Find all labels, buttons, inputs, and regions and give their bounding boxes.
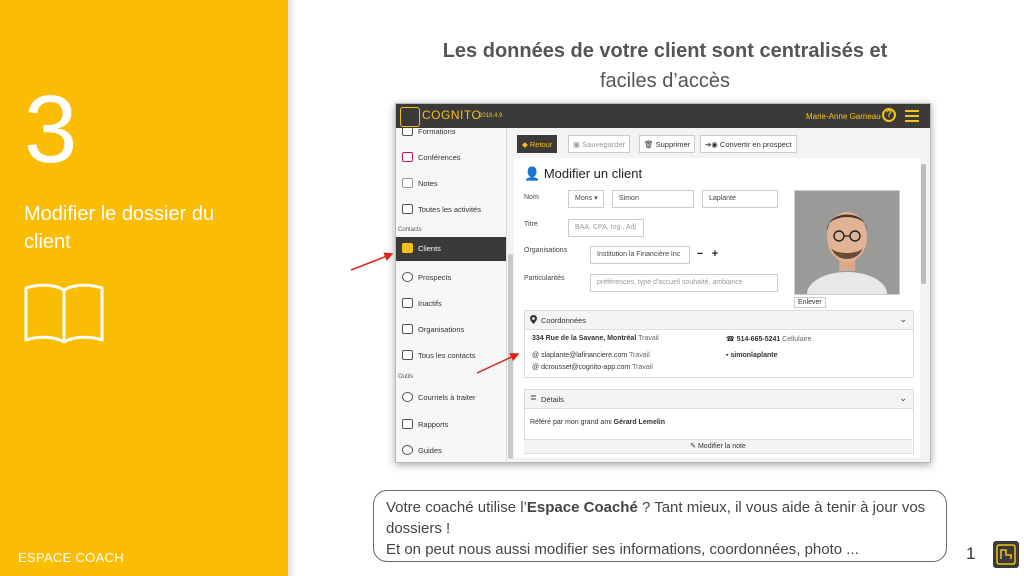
- titre-input[interactable]: BAA, CPA, Ing., Adj: [568, 219, 644, 237]
- details-header[interactable]: ≣ Détails ⌄: [525, 390, 913, 409]
- map-pin-icon: [530, 315, 537, 324]
- sidebar-item-all-contacts[interactable]: Tous les contacts: [396, 344, 506, 366]
- add-organisation-button[interactable]: +: [709, 246, 721, 262]
- sidebar-item-guides[interactable]: Guides: [396, 439, 506, 461]
- slide-title-bold: Les données de votre client sont central…: [442, 40, 888, 62]
- back-button[interactable]: ◆ Retour: [517, 135, 558, 153]
- page-number: 1: [966, 544, 976, 563]
- callout-text: Votre coaché utilise l’Espace Coaché ? T…: [386, 499, 926, 558]
- email-line-2[interactable]: @ dcrousset@cognito-app.com Travail: [532, 364, 653, 371]
- note-icon: [402, 178, 413, 188]
- first-name-input[interactable]: Simon: [612, 190, 694, 208]
- coordonnees-header[interactable]: Coordonnées ⌄: [525, 311, 913, 330]
- sidebar-item-clients[interactable]: Clients: [396, 237, 506, 261]
- portrait-image: [795, 191, 899, 294]
- slide-title-line2: faciles d’accès: [599, 70, 731, 92]
- organisation-input[interactable]: Institution la Financière Inc: [590, 246, 690, 264]
- last-name-input[interactable]: Laplante: [702, 190, 778, 208]
- app-topbar: COGNITO 2018.4.9 Marie-Anne Garneau ?: [396, 104, 930, 128]
- sidebar-item-inactifs[interactable]: Inactifs: [396, 292, 506, 314]
- remove-organisation-button[interactable]: −: [694, 246, 706, 262]
- organization-icon: [402, 324, 413, 334]
- sidebar-section-contacts: Contacts: [398, 227, 422, 233]
- organisations-label: Organisations: [524, 247, 568, 254]
- step-number: 3: [24, 76, 78, 183]
- sidebar-item-all-activities[interactable]: Toutes les activités: [396, 198, 506, 220]
- trash-icon: 🗑: [644, 140, 656, 149]
- app-window: COGNITO 2018.4.9 Marie-Anne Garneau ? Fo…: [395, 103, 931, 463]
- sidebar-scrollbar[interactable]: [508, 254, 513, 459]
- nom-label: Nom: [524, 194, 539, 201]
- form-title: 👤 Modifier un client: [524, 166, 643, 181]
- phone-line[interactable]: ☎ 514-665-5241 Cellulaire: [726, 335, 811, 343]
- sidebar-item-organisations[interactable]: Organisations: [396, 318, 506, 340]
- sidebar: Formations Conférences Notes Toutes les …: [396, 128, 507, 462]
- delete-button[interactable]: 🗑 Supprimer: [639, 135, 696, 153]
- cognito-logo-icon[interactable]: [400, 107, 420, 127]
- email-icon: [402, 392, 413, 402]
- graduation-icon: [402, 128, 413, 136]
- linkedin-line[interactable]: ▪ simonlaplante: [726, 352, 778, 359]
- particularites-input[interactable]: préférences, type d'accueil souhaité, am…: [590, 274, 778, 292]
- phone-icon: ☎: [726, 336, 737, 343]
- arrow-to-clients: [350, 252, 394, 271]
- sidebar-item-conferences[interactable]: Conférences: [396, 146, 506, 168]
- remove-photo-button[interactable]: Enlever: [794, 297, 826, 308]
- panel-shadow: [288, 0, 296, 576]
- sidebar-section-outils: Outils: [398, 374, 414, 380]
- cognito-logo-icon: [993, 541, 1019, 568]
- convert-icon: ➔◉: [705, 140, 720, 149]
- guide-icon: [402, 445, 413, 455]
- sidebar-item-formations[interactable]: Formations: [396, 128, 506, 142]
- sidebar-item-prospects[interactable]: Prospects: [396, 266, 506, 288]
- titre-label: Titre: [524, 221, 538, 228]
- address-line[interactable]: 334 Rue de la Savane, Montréal Travail: [532, 335, 659, 342]
- chevron-down-icon[interactable]: ⌄: [899, 314, 907, 325]
- save-icon: ▣: [573, 140, 583, 149]
- user-icon: [402, 243, 413, 253]
- slide-title: Les données de votre client sont central…: [380, 36, 950, 96]
- footer-brand: ESPACE COACH: [18, 550, 124, 565]
- list-icon: [402, 204, 413, 214]
- step-title: Modifier le dossier du client: [24, 203, 215, 253]
- help-icon[interactable]: ?: [882, 108, 896, 122]
- open-book-icon: [24, 283, 104, 344]
- email-line-1[interactable]: @ slaplante@lafinanciere.com Travail: [532, 352, 650, 359]
- convert-prospect-button[interactable]: ➔◉ Convertir en prospect: [700, 135, 797, 153]
- app-name: COGNITO: [422, 108, 482, 122]
- main-scrollbar[interactable]: [921, 164, 926, 284]
- report-icon: [402, 419, 413, 429]
- chevron-down-icon[interactable]: ⌄: [899, 393, 907, 404]
- target-icon: [402, 272, 413, 282]
- user-name[interactable]: Marie-Anne Garneau: [806, 112, 881, 121]
- arrow-left-icon: ◆: [522, 140, 530, 149]
- edit-note-button[interactable]: ✎ Modifier la note: [524, 439, 912, 453]
- app-version: 2018.4.9: [479, 113, 503, 119]
- list-icon: ≣: [530, 393, 537, 402]
- salutation-select[interactable]: Mons ▾: [568, 190, 604, 208]
- hamburger-menu-icon[interactable]: [905, 110, 919, 122]
- inactive-user-icon: [402, 298, 413, 308]
- sidebar-item-rapports[interactable]: Rapports: [396, 413, 506, 435]
- contacts-icon: [402, 350, 413, 360]
- sidebar-item-notes[interactable]: Notes: [396, 172, 506, 194]
- save-button[interactable]: ▣ Sauvegarder: [568, 135, 631, 153]
- client-photo[interactable]: [794, 190, 900, 295]
- pencil-icon: ✎: [690, 443, 698, 450]
- particularites-label: Particularités: [524, 275, 565, 282]
- user-icon: 👤: [524, 166, 544, 181]
- sidebar-item-emails[interactable]: Courriels à traiter: [396, 386, 506, 408]
- megaphone-icon: [402, 152, 413, 162]
- details-note: Référé par mon grand ami Gérard Lemelin: [530, 419, 666, 426]
